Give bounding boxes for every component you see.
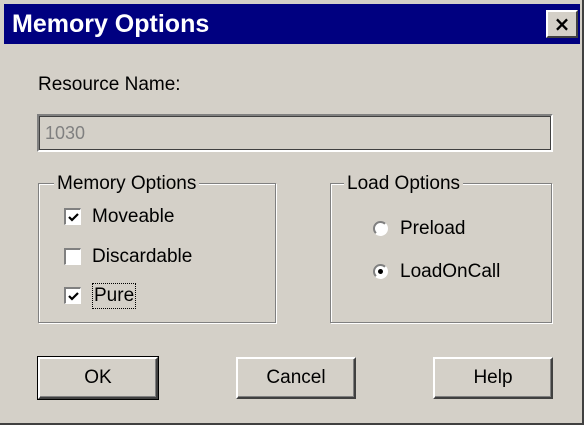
discardable-checkbox[interactable]	[64, 248, 81, 265]
check-icon	[68, 292, 79, 301]
cancel-button[interactable]: Cancel	[236, 357, 356, 399]
help-button-label: Help	[473, 367, 513, 388]
pure-checkbox[interactable]	[64, 287, 81, 304]
resource-name-value: 1030	[45, 123, 86, 143]
preload-radio[interactable]	[373, 221, 388, 236]
load-options-group-title: Load Options	[344, 173, 464, 195]
ok-button[interactable]: OK	[37, 356, 159, 400]
title-bar[interactable]: Memory Options ×	[4, 4, 580, 44]
cancel-button-label: Cancel	[266, 367, 326, 388]
radio-selected-dot	[378, 269, 383, 274]
memory-options-dialog: Memory Options × Resource Name: 1030 Mem…	[0, 0, 584, 425]
discardable-label[interactable]: Discardable	[92, 246, 192, 268]
help-button[interactable]: Help	[433, 357, 553, 399]
resource-name-field[interactable]: 1030	[37, 114, 553, 152]
loadoncall-radio[interactable]	[373, 264, 388, 279]
moveable-checkbox[interactable]	[64, 208, 81, 225]
pure-label[interactable]: Pure	[91, 283, 137, 309]
moveable-label[interactable]: Moveable	[92, 206, 174, 228]
check-icon	[68, 213, 79, 222]
memory-options-group-title: Memory Options	[54, 173, 200, 195]
load-options-group	[330, 183, 552, 323]
preload-label[interactable]: Preload	[400, 218, 466, 240]
window-title: Memory Options	[12, 10, 210, 38]
close-icon: ×	[553, 12, 571, 36]
loadoncall-label[interactable]: LoadOnCall	[400, 261, 500, 283]
resource-name-label: Resource Name:	[38, 74, 181, 95]
close-button[interactable]: ×	[546, 10, 578, 38]
ok-button-label: OK	[84, 367, 112, 388]
